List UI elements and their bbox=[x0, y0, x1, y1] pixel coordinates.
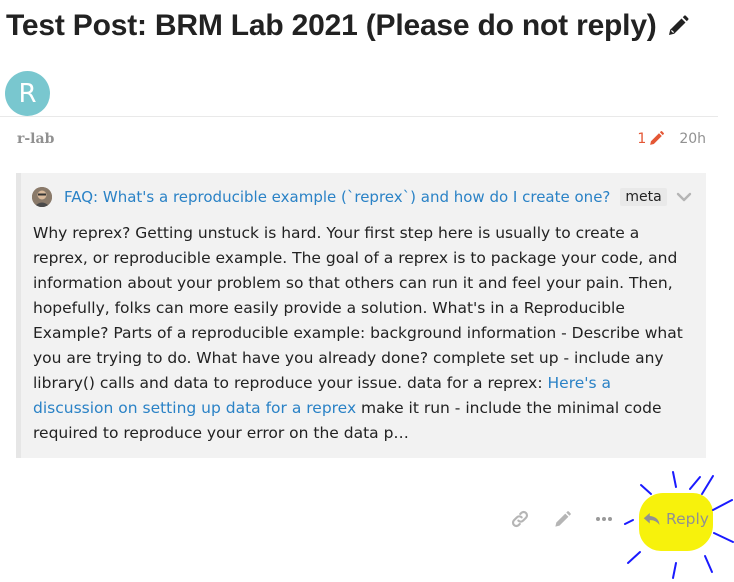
onebox-header: FAQ: What's a reproducible example (`rep… bbox=[32, 185, 698, 209]
post-divider bbox=[0, 116, 718, 117]
excerpt-text: Why reprex? Getting unstuck is hard. You… bbox=[33, 224, 683, 392]
edit-title-pencil-icon[interactable] bbox=[665, 13, 691, 39]
reply-button[interactable]: Reply bbox=[643, 505, 709, 533]
post-actions bbox=[0, 504, 734, 534]
link-icon[interactable] bbox=[505, 504, 535, 534]
chevron-down-icon[interactable] bbox=[674, 187, 694, 207]
pencil-icon[interactable] bbox=[547, 504, 577, 534]
category-badge[interactable]: meta bbox=[620, 188, 667, 206]
onebox-title-link[interactable]: FAQ: What's a reproducible example (`rep… bbox=[64, 188, 610, 206]
topic-title: Test Post: BRM Lab 2021 (Please do not r… bbox=[6, 9, 657, 42]
onebox-quote: FAQ: What's a reproducible example (`rep… bbox=[16, 173, 706, 458]
pencil-icon bbox=[650, 130, 665, 145]
avatar[interactable]: R bbox=[5, 71, 50, 116]
onebox-author-avatar[interactable] bbox=[32, 187, 52, 207]
reply-icon bbox=[643, 513, 660, 525]
ellipsis-icon[interactable] bbox=[589, 504, 619, 534]
edit-history-button[interactable]: 1 bbox=[637, 130, 665, 147]
reply-label: Reply bbox=[666, 510, 709, 528]
edit-count: 1 bbox=[637, 130, 647, 147]
post-age[interactable]: 20h bbox=[679, 131, 706, 147]
post-meta: 1 20h bbox=[637, 130, 706, 147]
onebox-excerpt: Why reprex? Getting unstuck is hard. You… bbox=[33, 221, 688, 446]
topic-header: Test Post: BRM Lab 2021 (Please do not r… bbox=[6, 6, 691, 46]
username[interactable]: r-lab bbox=[17, 131, 54, 147]
